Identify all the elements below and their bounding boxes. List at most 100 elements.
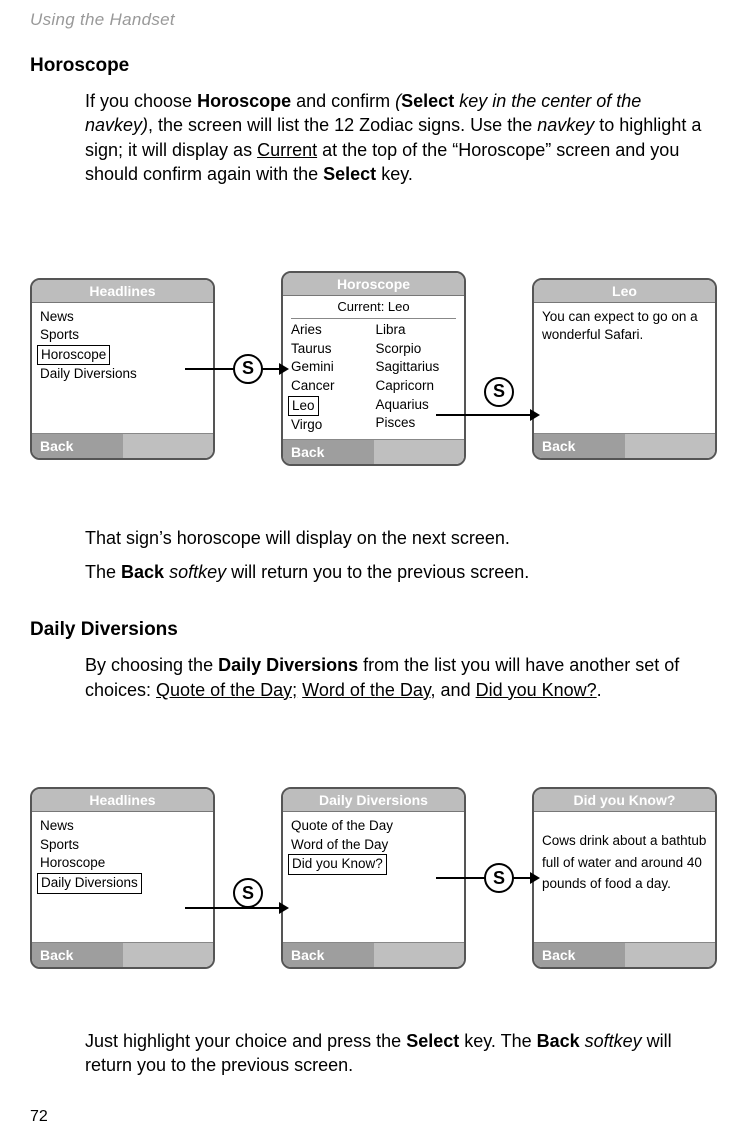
highlighted-item: Leo [288, 396, 319, 417]
list-item[interactable]: Aquarius [376, 396, 457, 415]
bold-run: Back [121, 562, 164, 582]
softkey-back[interactable]: Back [32, 434, 123, 458]
running-head: Using the Handset [30, 10, 717, 30]
flow-row-diversions: Headlines News Sports Horoscope Daily Di… [30, 787, 717, 969]
softkey-right[interactable] [123, 434, 214, 458]
text-run: Just highlight your choice and press the [85, 1031, 406, 1051]
text-run: . [597, 680, 602, 700]
connector: S [466, 863, 532, 893]
phone-footer: Back [32, 433, 213, 458]
phone-footer: Back [283, 942, 464, 967]
softkey-right[interactable] [374, 943, 465, 967]
content-text: You can expect to go on a wonderful Safa… [542, 308, 707, 345]
bold-run: Horoscope [197, 91, 291, 111]
softkey-right[interactable] [123, 943, 214, 967]
softkey-back[interactable]: Back [534, 943, 625, 967]
underline-run: Word of the Day [302, 680, 430, 700]
phone-screen-horoscope: Horoscope Current: Leo Aries Taurus Gemi… [281, 271, 466, 466]
phone-screen-headlines-2: Headlines News Sports Horoscope Daily Di… [30, 787, 215, 969]
zodiac-columns: Aries Taurus Gemini Cancer Leo Virgo Lib… [291, 321, 456, 435]
list-item[interactable]: Word of the Day [291, 836, 456, 855]
phone-title: Headlines [32, 280, 213, 303]
softkey-right[interactable] [625, 434, 716, 458]
list-item[interactable]: Quote of the Day [291, 817, 456, 836]
list-item[interactable]: Pisces [376, 414, 457, 433]
bold-run: Daily Diversions [218, 655, 358, 675]
underline-run: Quote of the Day; [156, 680, 297, 700]
list-item[interactable]: News [40, 308, 205, 327]
underline-run: Did you Know? [476, 680, 597, 700]
phone-body: News Sports Horoscope Daily Diversions [32, 812, 213, 942]
select-key-icon[interactable]: S [484, 863, 514, 893]
text-run: will return you to the previous screen. [226, 562, 529, 582]
list-item[interactable]: Daily Diversions [40, 365, 205, 384]
softkey-right[interactable] [625, 943, 716, 967]
text-run: and confirm [291, 91, 395, 111]
underline-run: Current [257, 140, 317, 160]
softkey-back[interactable]: Back [32, 943, 123, 967]
text-run: key. The [459, 1031, 536, 1051]
section-title-daily-diversions: Daily Diversions [30, 619, 717, 641]
connector: S [466, 331, 532, 407]
select-key-icon[interactable]: S [233, 878, 263, 908]
italic-run: softkey [580, 1031, 642, 1051]
content-text: Cows drink about a bathtub full of water… [542, 830, 707, 895]
list-item[interactable]: Capricorn [376, 377, 457, 396]
phone-footer: Back [32, 942, 213, 967]
phone-body: Cows drink about a bathtub full of water… [534, 812, 715, 942]
connector: S [215, 354, 281, 384]
list-item[interactable]: Horoscope [40, 345, 205, 366]
list-item[interactable]: Sports [40, 836, 205, 855]
bold-run: Back [537, 1031, 580, 1051]
zodiac-col-right: Libra Scorpio Sagittarius Capricorn Aqua… [376, 321, 457, 435]
select-key-icon[interactable]: S [233, 354, 263, 384]
phone-body: You can expect to go on a wonderful Safa… [534, 303, 715, 433]
select-key-icon[interactable]: S [484, 377, 514, 407]
text-run: , and [431, 680, 476, 700]
list-item[interactable]: Sports [40, 326, 205, 345]
list-item[interactable]: News [40, 817, 205, 836]
arrow-icon [185, 907, 287, 909]
highlighted-item: Did you Know? [288, 854, 387, 875]
softkey-back[interactable]: Back [534, 434, 625, 458]
italic-run: navkey [537, 115, 594, 135]
horoscope-paragraph-2: That sign’s horoscope will display on th… [85, 526, 712, 550]
phone-footer: Back [534, 433, 715, 458]
list-item[interactable]: Sagittarius [376, 358, 457, 377]
connector: S [215, 848, 281, 908]
page-number: 72 [30, 1108, 717, 1126]
phone-title: Leo [534, 280, 715, 303]
bold-run: Select [406, 1031, 459, 1051]
list-item[interactable]: Virgo [291, 416, 372, 435]
list-item[interactable]: Gemini [291, 358, 372, 377]
phone-title: Horoscope [283, 273, 464, 296]
list-item[interactable]: Horoscope [40, 854, 205, 873]
current-sign-row: Current: Leo [291, 298, 456, 319]
horoscope-paragraph-3: The Back softkey will return you to the … [85, 560, 712, 584]
list-item[interactable]: Did you Know? [291, 854, 456, 875]
phone-title: Headlines [32, 789, 213, 812]
horoscope-paragraph-1: If you choose Horoscope and confirm (Sel… [85, 89, 712, 186]
phone-footer: Back [534, 942, 715, 967]
list-item[interactable]: Cancer [291, 377, 372, 396]
flow-row-horoscope: Headlines News Sports Horoscope Daily Di… [30, 271, 717, 466]
list-item[interactable]: Leo [291, 396, 372, 417]
section-title-horoscope: Horoscope [30, 55, 717, 77]
list-item[interactable]: Scorpio [376, 340, 457, 359]
text-run: key. [376, 164, 413, 184]
phone-screen-did-you-know: Did you Know? Cows drink about a bathtub… [532, 787, 717, 969]
list-item[interactable]: Libra [376, 321, 457, 340]
list-item[interactable]: Daily Diversions [40, 873, 205, 894]
italic-run: softkey [164, 562, 226, 582]
phone-body: Current: Leo Aries Taurus Gemini Cancer … [283, 296, 464, 439]
list-item[interactable]: Taurus [291, 340, 372, 359]
phone-screen-leo: Leo You can expect to go on a wonderful … [532, 278, 717, 460]
softkey-back[interactable]: Back [283, 943, 374, 967]
list-item[interactable]: Aries [291, 321, 372, 340]
softkey-right[interactable] [374, 440, 465, 464]
text-run: The [85, 562, 121, 582]
text-run: , the screen will list the 12 Zodiac sig… [148, 115, 537, 135]
softkey-back[interactable]: Back [283, 440, 374, 464]
phone-footer: Back [283, 439, 464, 464]
arrow-icon [436, 414, 538, 416]
